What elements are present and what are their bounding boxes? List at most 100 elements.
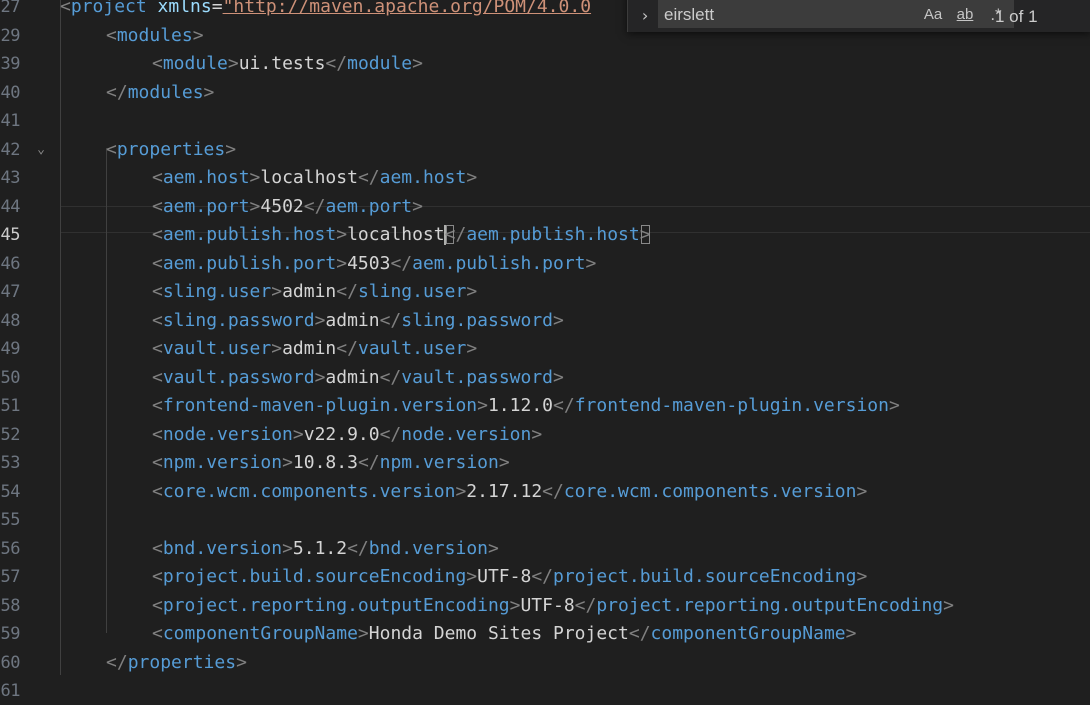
code-token: core.wcm.components.version — [162, 480, 456, 502]
code-token: </ — [379, 366, 402, 388]
code-line[interactable]: 60 </properties> — [0, 649, 1090, 677]
code-token: aem.publish.host — [162, 224, 337, 245]
code-token: localhost — [347, 224, 445, 245]
code-token: > — [282, 537, 293, 559]
code-text: <npm.version>10.8.3</npm.version> — [152, 449, 510, 477]
code-line[interactable]: 42 ⌄ <properties> — [0, 136, 1090, 164]
code-token: core.wcm.components.version — [563, 480, 857, 502]
code-token: aem.host — [379, 167, 467, 188]
code-token: < — [152, 309, 163, 331]
code-line[interactable]: 57 <project.build.sourceEncoding>UTF-8</p… — [0, 563, 1090, 591]
code-token: > — [249, 195, 261, 217]
code-token: project.reporting.outputEncoding — [162, 594, 510, 616]
code-line[interactable]: 49 <vault.user>admin</vault.user> — [0, 335, 1090, 363]
code-token: 5.1.2 — [292, 537, 348, 559]
code-line[interactable]: 39 <module>ui.tests</module> — [0, 50, 1090, 78]
code-token: node.version — [162, 423, 293, 445]
code-token: > — [203, 81, 215, 103]
code-line[interactable]: 55 — [0, 506, 1090, 534]
code-line[interactable]: 61 — [0, 677, 1090, 705]
code-token: > — [292, 423, 304, 445]
line-number: 41 — [0, 111, 21, 131]
code-token: properties — [116, 138, 226, 160]
code-line[interactable]: 58 <project.reporting.outputEncoding>UTF-… — [0, 592, 1090, 620]
code-token: sling.user — [162, 281, 272, 302]
code-token: Honda Demo Sites Project — [368, 623, 629, 644]
chevron-right-icon[interactable]: › — [636, 4, 654, 28]
code-token: < — [152, 623, 163, 644]
code-token: admin — [282, 338, 337, 359]
line-number: 27 — [0, 0, 21, 17]
code-line[interactable]: 53 <npm.version>10.8.3</npm.version> — [0, 449, 1090, 477]
code-token: xmlns — [157, 0, 212, 17]
line-number: 29 — [0, 25, 21, 46]
code-line[interactable]: 46 <aem.publish.port>4503</aem.publish.po… — [0, 250, 1090, 278]
code-token: < — [152, 195, 163, 217]
code-token: > — [455, 480, 467, 502]
code-token: </ — [628, 623, 651, 644]
code-token: > — [336, 252, 348, 274]
code-token: </ — [542, 480, 564, 502]
code-token: sling.password — [162, 309, 315, 331]
code-token: project.build.sourceEncoding — [162, 566, 467, 587]
code-token: > — [856, 480, 868, 502]
code-token: "http://maven.apache.org/POM/4.0.0 — [222, 0, 592, 17]
code-line[interactable]: 52 <node.version>v22.9.0</node.version> — [0, 421, 1090, 449]
code-text: <core.wcm.components.version>2.17.12</co… — [152, 478, 867, 506]
code-text: <vault.password>admin</vault.password> — [152, 364, 564, 392]
code-token: < — [106, 138, 117, 160]
code-token: > — [271, 281, 283, 302]
code-token: > — [314, 309, 326, 331]
match-whole-word-toggle[interactable]: ab — [951, 4, 979, 26]
code-text: <properties> — [106, 136, 236, 164]
code-line[interactable]: 41 — [0, 107, 1090, 135]
code-token: npm.version — [379, 452, 499, 473]
code-token: ui.tests — [238, 53, 326, 74]
code-token: node.version — [401, 423, 532, 445]
code-token: localhost — [260, 167, 358, 188]
code-token: </ — [347, 537, 369, 559]
code-token: 4503 — [347, 252, 391, 274]
code-token: </ — [336, 338, 358, 359]
code-token: module — [347, 53, 413, 74]
code-text: <aem.publish.port>4503</aem.publish.port… — [152, 250, 596, 278]
code-token: </ — [325, 53, 348, 74]
matched-bracket: < — [444, 224, 456, 245]
code-token: module — [162, 53, 228, 74]
find-input-container: Aa ab .* — [658, 0, 1014, 28]
fold-chevron-down-icon[interactable]: ⌄ — [32, 142, 50, 158]
code-text: <node.version>v22.9.0</node.version> — [152, 421, 542, 449]
find-input[interactable] — [664, 2, 884, 28]
code-line[interactable]: 47 <sling.user>admin</sling.user> — [0, 278, 1090, 306]
code-token: project.build.sourceEncoding — [553, 566, 857, 587]
code-token: bnd.version — [162, 537, 283, 559]
code-editor[interactable]: 27 <project xmlns="http://maven.apache.or… — [0, 0, 1090, 701]
code-token: > — [943, 594, 954, 616]
code-token: > — [357, 623, 369, 644]
code-line[interactable]: 59 <componentGroupName>Honda Demo Sites P… — [0, 620, 1090, 648]
code-text: <modules> — [106, 22, 204, 50]
code-token: > — [585, 252, 597, 274]
code-line[interactable]: 56 <bnd.version>5.1.2</bnd.version> — [0, 535, 1090, 563]
code-text: <frontend-maven-plugin.version>1.12.0</f… — [152, 392, 900, 420]
line-number: 56 — [0, 538, 21, 559]
match-case-toggle[interactable]: Aa — [920, 4, 946, 26]
code-line[interactable]: 48 <sling.password>admin</sling.password> — [0, 307, 1090, 335]
code-line[interactable]: 44 <aem.port>4502</aem.port> — [0, 193, 1090, 221]
code-token: < — [152, 167, 163, 188]
code-line[interactable]: 54 <core.wcm.components.version>2.17.12</… — [0, 478, 1090, 506]
code-line[interactable]: 45 <aem.publish.host>localhost</aem.publi… — [0, 221, 1090, 249]
code-line[interactable]: 51 <frontend-maven-plugin.version>1.12.0<… — [0, 392, 1090, 420]
code-token: vault.password — [162, 366, 315, 388]
code-line[interactable]: 50 <vault.password>admin</vault.password> — [0, 364, 1090, 392]
code-token: modules — [127, 81, 204, 103]
line-number: 54 — [0, 481, 21, 502]
code-line[interactable]: 40 </modules> — [0, 79, 1090, 107]
code-token: vault.user — [162, 338, 272, 359]
line-number: 43 — [0, 168, 21, 188]
code-text: <aem.port>4502</aem.port> — [152, 193, 423, 221]
code-token: admin — [282, 281, 337, 302]
code-token: > — [227, 53, 239, 74]
code-line[interactable]: 43 <aem.host>localhost</aem.host> — [0, 164, 1090, 192]
